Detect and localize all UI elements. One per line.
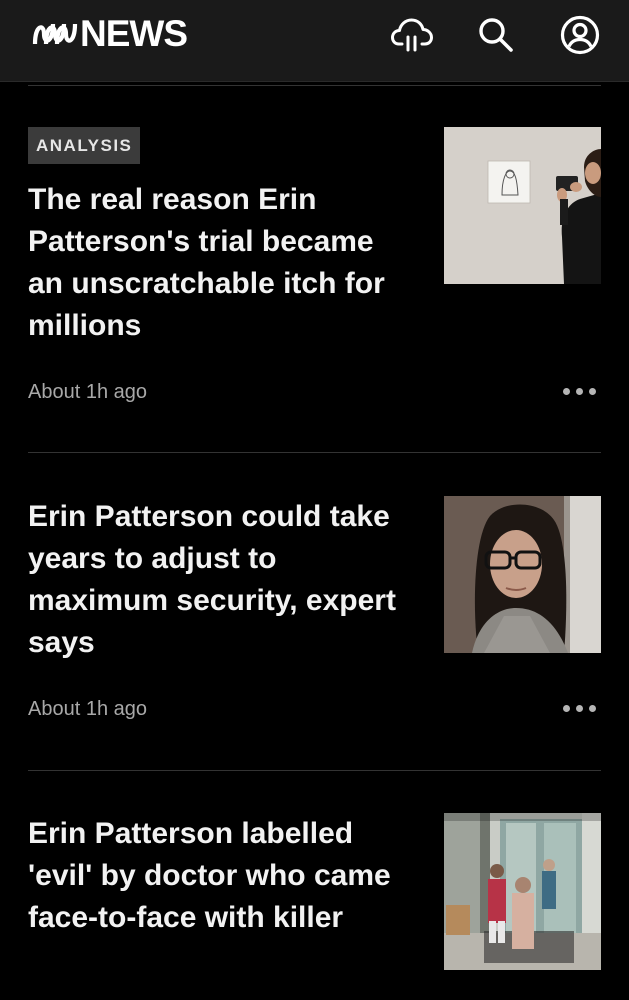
article-timestamp: About 1h ago [28, 381, 147, 403]
more-options-button[interactable] [556, 696, 602, 720]
more-options-button[interactable] [556, 379, 602, 403]
courtroom-sketch-photographer-photo [444, 127, 601, 284]
analysis-badge: ANALYSIS [28, 127, 141, 164]
article-thumbnail[interactable] [444, 813, 601, 970]
article-timestamp: About 1h ago [28, 698, 147, 720]
profile-icon [560, 15, 600, 55]
divider [28, 85, 601, 86]
more-dot-icon [562, 387, 570, 395]
more-dot-icon [562, 704, 570, 712]
abc-news-logo[interactable]: NEWS [32, 13, 188, 54]
more-dot-icon [575, 387, 583, 395]
search-icon [479, 18, 513, 52]
article-headline[interactable]: Erin Patterson labelled 'evil' by doctor… [28, 813, 408, 939]
profile-button[interactable] [559, 14, 601, 56]
article-thumbnail[interactable] [444, 127, 601, 284]
more-dot-icon [588, 704, 596, 712]
article-thumbnail[interactable] [444, 496, 601, 653]
weather-button[interactable] [391, 14, 433, 56]
divider [28, 770, 601, 771]
search-button[interactable] [475, 14, 517, 56]
more-dot-icon [588, 387, 596, 395]
divider [28, 452, 601, 453]
article-headline[interactable]: The real reason Erin Patterson's trial b… [28, 179, 408, 347]
more-dot-icon [575, 704, 583, 712]
logo-wordmark: NEWS [80, 13, 188, 54]
erin-patterson-portrait-photo [444, 496, 601, 653]
app-header: NEWS [0, 0, 629, 82]
article-headline[interactable]: Erin Patterson could take years to adjus… [28, 496, 408, 664]
hospital-cctv-still-photo [444, 813, 601, 970]
weather-cloud-icon [391, 18, 433, 52]
abc-logo-icon [32, 23, 78, 45]
